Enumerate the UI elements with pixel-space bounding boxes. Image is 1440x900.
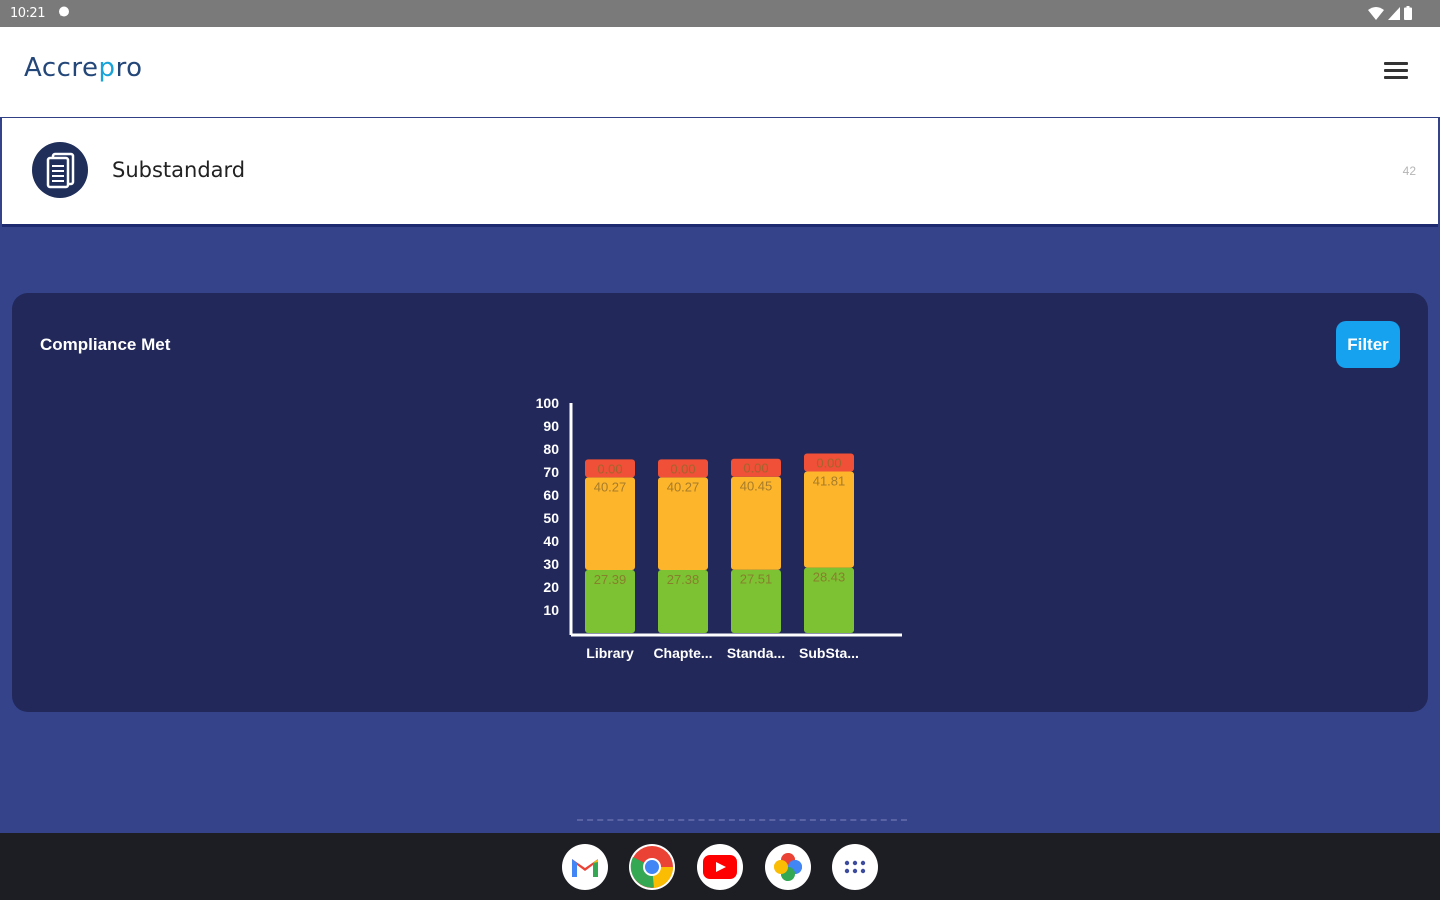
system-icons <box>1368 6 1412 20</box>
card-title: Compliance Met <box>40 335 171 354</box>
y-tick-label: 30 <box>543 556 559 572</box>
cell-signal-icon <box>1388 6 1400 20</box>
status-bar: 10:21 <box>0 0 1440 27</box>
bar-value-label: 0.00 <box>743 461 768 476</box>
bar-value-label: 41.81 <box>813 473 846 488</box>
bar-value-label: 40.27 <box>667 479 700 494</box>
y-tick-label: 60 <box>543 487 559 503</box>
y-tick-label: 90 <box>543 418 559 434</box>
bar-value-label: 27.38 <box>667 572 700 587</box>
list-item-label: Substandard <box>112 158 246 182</box>
y-tick-label: 10 <box>543 602 559 618</box>
bar-value-label: 27.39 <box>594 572 627 587</box>
bar-value-label: 40.45 <box>740 479 773 494</box>
document-icon <box>32 142 88 198</box>
youtube-icon[interactable] <box>697 844 743 890</box>
app-bar: Accrepro <box>0 27 1440 117</box>
list-item-substandard[interactable]: Substandard 42 <box>2 118 1438 227</box>
y-tick-label: 70 <box>543 464 559 480</box>
x-tick-label: Chapte... <box>653 645 712 661</box>
bar-value-label: 40.27 <box>594 479 627 494</box>
y-tick-label: 40 <box>543 533 559 549</box>
photos-icon[interactable] <box>765 844 811 890</box>
y-tick-label: 20 <box>543 579 559 595</box>
logo-text-accent: p <box>98 53 116 83</box>
gmail-icon[interactable] <box>562 844 608 890</box>
chat-notification-icon <box>59 6 69 17</box>
bar-value-label: 0.00 <box>816 455 841 470</box>
hamburger-menu-icon[interactable] <box>1384 62 1408 82</box>
logo-text-suffix: ro <box>115 53 143 83</box>
app-drawer-icon[interactable] <box>832 844 878 890</box>
bar-value-label: 0.00 <box>597 461 622 476</box>
bar-value-label: 28.43 <box>813 570 846 585</box>
y-tick-label: 100 <box>536 395 560 411</box>
filter-button[interactable]: Filter <box>1336 321 1400 368</box>
logo-text-prefix: Accre <box>24 53 99 83</box>
chrome-icon[interactable] <box>629 844 675 890</box>
app-logo[interactable]: Accrepro <box>24 53 143 83</box>
bar-value-label: 27.51 <box>740 572 773 587</box>
app-dock <box>0 833 1440 900</box>
bar-value-label: 0.00 <box>670 461 695 476</box>
list-item-count: 42 <box>1402 164 1416 178</box>
battery-icon <box>1404 6 1412 20</box>
status-time: 10:21 <box>10 6 45 21</box>
x-tick-label: SubSta... <box>799 645 859 661</box>
compliance-bar-chart: 10 20 30 40 50 60 70 80 90 100 27.39 40.27 0.00 Libra… <box>536 395 902 661</box>
x-tick-label: Standa... <box>727 645 785 661</box>
x-tick-label: Library <box>586 645 634 661</box>
y-tick-label: 50 <box>543 510 559 526</box>
wifi-icon <box>1368 6 1384 20</box>
page-indicator <box>577 819 907 823</box>
y-tick-label: 80 <box>543 441 559 457</box>
